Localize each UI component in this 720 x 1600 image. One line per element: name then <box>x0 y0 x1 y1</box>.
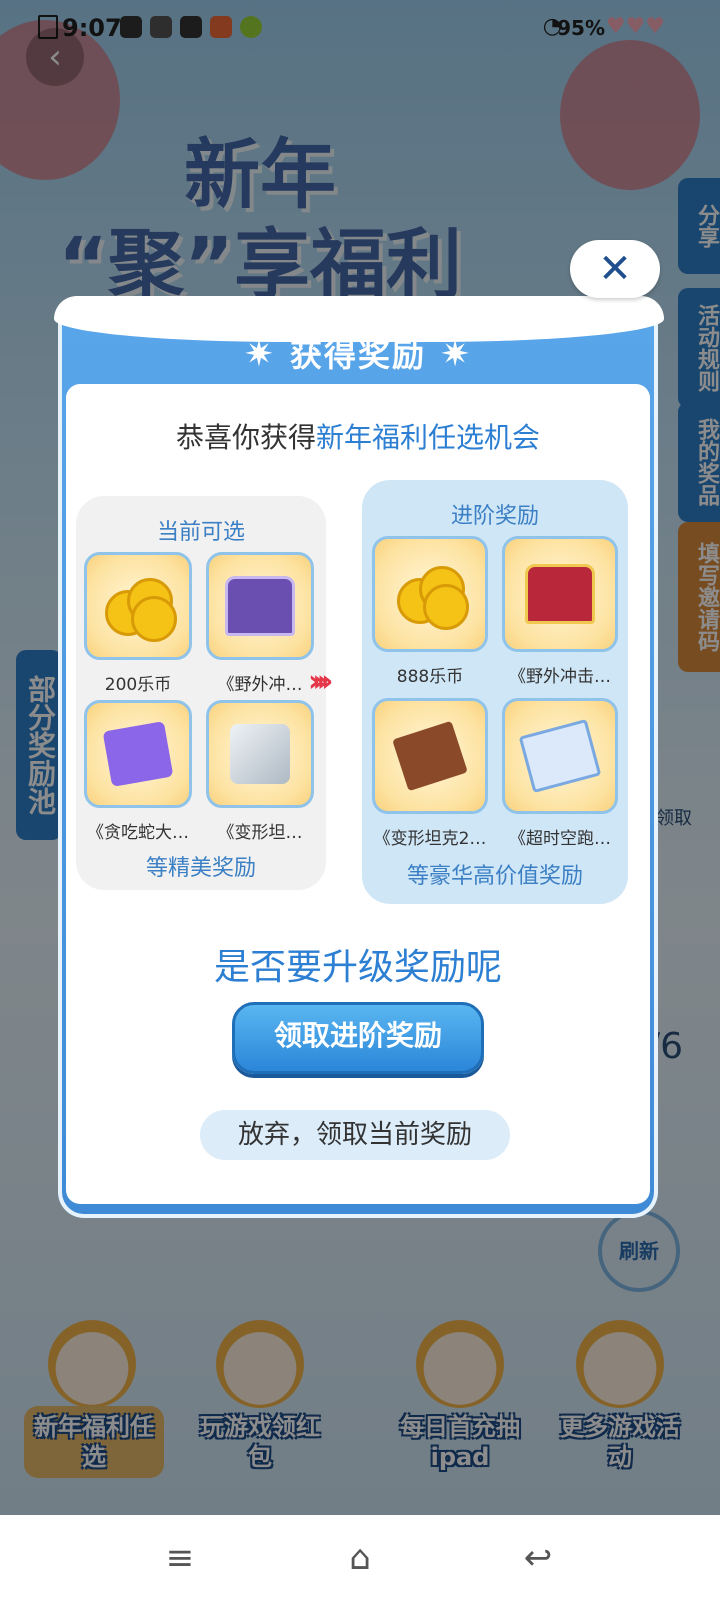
reward-item[interactable]: 《超时空跑… <box>502 698 618 849</box>
reward-item[interactable]: 200乐币 <box>84 552 192 695</box>
reward-label: 《野外冲击… <box>509 667 611 687</box>
dialog-body: 恭喜你获得新年福利任选机会 当前可选 200乐币 《野外冲… 《贪吃蛇大… 《变… <box>66 384 650 1204</box>
reward-item[interactable]: 《变形坦克2… <box>372 698 488 849</box>
reward-icon-box <box>206 700 314 808</box>
reward-icon-box <box>84 700 192 808</box>
close-icon: ✕ <box>598 246 632 292</box>
tickets-icon <box>102 721 174 787</box>
dialog-title-text: 获得奖励 <box>289 336 426 374</box>
reward-label: 《超时空跑… <box>509 829 611 849</box>
menu-icon[interactable]: ≡ <box>150 1537 210 1579</box>
coins-icon <box>103 576 177 642</box>
reward-icon-box <box>502 698 618 814</box>
congrats-prefix: 恭喜你获得 <box>175 421 316 454</box>
reward-icon-box <box>372 536 488 652</box>
reward-label: 888乐币 <box>396 667 464 687</box>
current-rewards-panel: 当前可选 200乐币 《野外冲… 《贪吃蛇大… 《变形坦… 等精美奖励 <box>76 496 326 890</box>
coins-icon <box>395 564 469 630</box>
upgrade-arrows-icon: ›››› <box>308 664 334 699</box>
reward-label: 《变形坦克2… <box>373 829 487 849</box>
reward-icon-box <box>502 536 618 652</box>
dice-icon <box>230 724 290 784</box>
reward-icon-box <box>206 552 314 660</box>
current-rewards-header: 当前可选 <box>156 520 245 545</box>
advanced-rewards-header: 进阶奖励 <box>450 504 539 529</box>
book-icon <box>518 718 602 794</box>
system-nav-bar: ≡ ⌂ ↩ <box>0 1515 720 1600</box>
advanced-rewards-panel: 进阶奖励 888乐币 《野外冲击… 《变形坦克2… 《超时空跑… 等豪华高价值奖… <box>362 480 628 904</box>
claim-advanced-reward-button[interactable]: 领取进阶奖励 <box>232 1002 484 1074</box>
snowflake-icon: ✷ <box>243 334 276 375</box>
dialog-title: ✷ 获得奖励 ✷ <box>58 330 658 376</box>
claim-current-reward-button[interactable]: 放弃，领取当前奖励 <box>200 1110 510 1160</box>
reward-item[interactable]: 888乐币 <box>372 536 488 687</box>
snowflake-icon: ✷ <box>440 334 473 375</box>
close-button[interactable]: ✕ <box>570 240 660 298</box>
back-icon[interactable]: ↩ <box>508 1537 568 1579</box>
reward-item[interactable]: 《野外冲… <box>206 552 314 695</box>
home-icon[interactable]: ⌂ <box>330 1537 390 1579</box>
reward-label: 《野外冲… <box>217 675 303 695</box>
current-rewards-footer: 等精美奖励 <box>145 856 256 881</box>
reward-item[interactable]: 《贪吃蛇大… <box>84 700 192 843</box>
advanced-rewards-footer: 等豪华高价值奖励 <box>406 864 583 889</box>
reward-item[interactable]: 《变形坦… <box>206 700 314 843</box>
reward-icon-box <box>84 552 192 660</box>
chest-icon <box>525 564 595 624</box>
reward-icon-box <box>372 698 488 814</box>
reward-item[interactable]: 《野外冲击… <box>502 536 618 687</box>
congrats-highlight: 新年福利任选机会 <box>316 421 541 454</box>
chest-icon <box>225 576 295 636</box>
reward-label: 《变形坦… <box>217 823 303 843</box>
gift-box-icon <box>392 720 468 792</box>
reward-label: 200乐币 <box>104 675 172 695</box>
upgrade-question: 是否要升级奖励呢 <box>213 947 502 988</box>
congrats-text: 恭喜你获得新年福利任选机会 <box>66 416 650 456</box>
reward-label: 《贪吃蛇大… <box>87 823 189 843</box>
